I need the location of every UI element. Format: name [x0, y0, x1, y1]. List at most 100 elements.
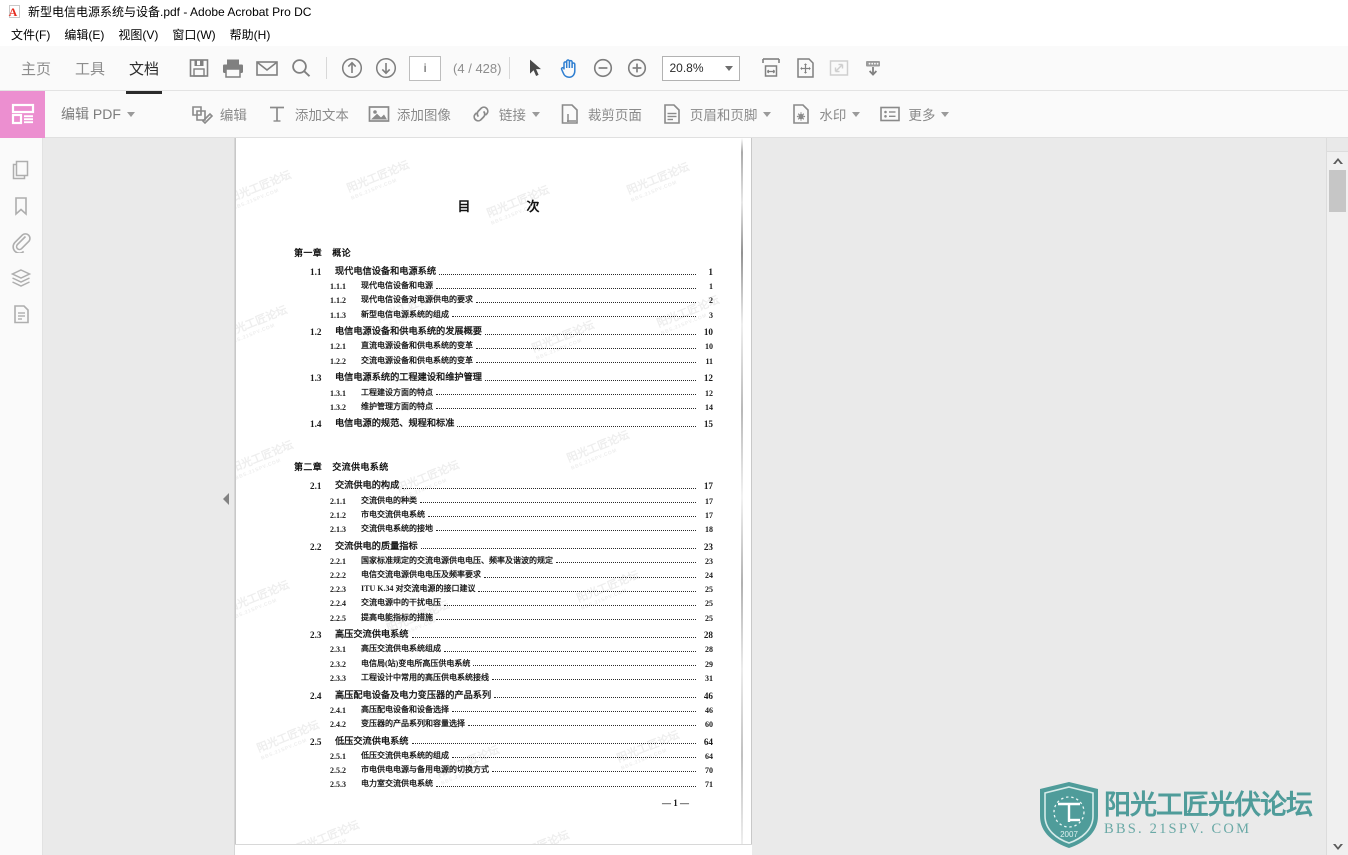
hand-tool-icon[interactable]: [552, 51, 586, 85]
menu-edit[interactable]: 编辑(E): [57, 24, 111, 45]
toc-entry-number: 2.2.2: [330, 571, 346, 580]
zoom-out-icon[interactable]: [586, 51, 620, 85]
toc-entry[interactable]: 2.2.5 提高电能指标的措施 25: [330, 612, 713, 623]
download-icon[interactable]: [856, 51, 890, 85]
toc-entry[interactable]: 2.2.1 国家标准规定的交流电源供电电压、频率及谐波的规定 23: [330, 555, 713, 566]
bookmarks-icon[interactable]: [6, 188, 36, 224]
scroll-up-arrow-icon[interactable]: [1327, 152, 1348, 170]
vertical-scrollbar[interactable]: [1326, 138, 1348, 855]
document-viewer[interactable]: 阳光工匠论坛 BBS.21SPV.COM 阳光工匠论坛 BBS.21SPV.COM …: [235, 138, 1326, 855]
toc-entry[interactable]: 1.4 电信电源的规范、规程和标准 15: [310, 415, 713, 429]
toc-entry[interactable]: 2.4 高压配电设备及电力变压器的产品系列 46: [310, 687, 713, 701]
scrollbar-thumb[interactable]: [1329, 170, 1346, 212]
toc-entry[interactable]: 2.3.1 高压交流供电系统组成 28: [330, 643, 713, 654]
menu-view[interactable]: 视图(V): [111, 24, 165, 45]
toc-entry-label: 变压器的产品系列和容量选择: [361, 718, 465, 728]
zoom-in-icon[interactable]: [620, 51, 654, 85]
edit-pdf-panel-icon[interactable]: [0, 90, 45, 138]
toc-entry[interactable]: 1.1.1 现代电信设备和电源 1: [330, 280, 713, 291]
next-page-icon[interactable]: [369, 51, 403, 85]
toc-entry[interactable]: 2.4.1 高压配电设备和设备选择 46: [330, 704, 713, 715]
tab-tools[interactable]: 工具: [66, 56, 114, 81]
tool-add-image[interactable]: 添加图像: [367, 102, 451, 126]
pdf-page[interactable]: 阳光工匠论坛 BBS.21SPV.COM 阳光工匠论坛 BBS.21SPV.COM …: [235, 138, 752, 855]
content-icon[interactable]: [6, 296, 36, 332]
toc-leader-dots: [452, 757, 696, 759]
pan-and-zoom-icon[interactable]: [788, 51, 822, 85]
toc-entry[interactable]: 1.1.2 现代电信设备对电源供电的要求 2: [330, 294, 713, 305]
toc-entry[interactable]: 1.3.1 工程建设方面的特点 12: [330, 387, 713, 398]
toc-entry[interactable]: 2.3.2 电信局(站)变电所高压供电系统 29: [330, 658, 713, 669]
tool-crop-pages[interactable]: 裁剪页面: [558, 102, 642, 126]
toc-entry[interactable]: 2.2.3 ITU K.34 对交流电源的接口建议 25: [330, 583, 713, 594]
tool-add-text[interactable]: 添加文本: [265, 102, 349, 126]
toc-entry[interactable]: 2.2.4 交流电源中的干扰电压 25: [330, 597, 713, 608]
attachments-icon[interactable]: [6, 224, 36, 260]
toc-entry[interactable]: 2.1.1 交流供电的种类 17: [330, 495, 713, 506]
toc-entry-page: 15: [703, 419, 713, 430]
toc-entry-page: 46: [705, 705, 713, 715]
pdf-next-page-edge[interactable]: [235, 844, 752, 855]
tool-header-footer[interactable]: 页眉和页脚: [660, 102, 772, 126]
toc-entry[interactable]: 1.1.3 新型电信电源系统的组成 3: [330, 309, 713, 320]
toc-entry-number: 2.5: [310, 736, 322, 747]
toc-leader-dots: [556, 562, 696, 564]
tool-edit[interactable]: 编辑: [190, 102, 247, 126]
toc-entry[interactable]: 2.5 低压交流供电系统 64: [310, 733, 713, 747]
tool-header-footer-label: 页眉和页脚: [689, 108, 758, 123]
menu-window[interactable]: 窗口(W): [165, 24, 222, 45]
print-icon[interactable]: [216, 51, 250, 85]
toc-entry[interactable]: 1.1 现代电信设备和电源系统 1: [310, 263, 713, 277]
tab-document[interactable]: 文档: [120, 56, 168, 94]
menu-help[interactable]: 帮助(H): [223, 24, 278, 45]
tool-watermark[interactable]: 水印: [789, 102, 861, 126]
toc-chapter-number: 第二章: [294, 462, 323, 473]
zoom-level-select[interactable]: 20.8%: [662, 55, 741, 81]
select-tool-icon[interactable]: [518, 51, 552, 85]
menu-file[interactable]: 文件(F): [4, 24, 57, 45]
toc-entry-number: 2.4: [310, 690, 322, 701]
toc-entry[interactable]: 2.5.3 电力室交流供电系统 71: [330, 778, 713, 789]
collapse-left-arrow-icon[interactable]: [220, 490, 232, 508]
layers-icon[interactable]: [6, 260, 36, 296]
toc-entry-label: 工程建设方面的特点: [361, 387, 433, 397]
tab-home[interactable]: 主页: [12, 56, 60, 81]
toc-entry-label: 现代电信设备和电源系统: [335, 266, 437, 276]
toc-entry[interactable]: 2.1.3 交流供电系统的接地 18: [330, 523, 713, 534]
toc-entry[interactable]: 2.1.2 市电交流供电系统 17: [330, 509, 713, 520]
window-title: 新型电信电源系统与设备.pdf - Adobe Acrobat Pro DC: [28, 5, 312, 19]
previous-page-icon[interactable]: [335, 51, 369, 85]
toc-entry[interactable]: 2.3.3 工程设计中常用的高压供电系统接线 31: [330, 672, 713, 683]
page-thumbnails-icon[interactable]: [6, 152, 36, 188]
toc-entry[interactable]: 2.4.2 变压器的产品系列和容量选择 60: [330, 718, 713, 729]
toc-entry-page: 17: [703, 481, 713, 492]
toc-entry[interactable]: 2.2.2 电信交流电源供电电压及频率要求 24: [330, 569, 713, 580]
toc-leader-dots: [452, 711, 696, 713]
fit-width-icon[interactable]: [754, 51, 788, 85]
toc-entry[interactable]: 1.2 电信电源设备和供电系统的发展概要 10: [310, 323, 713, 337]
full-screen-icon[interactable]: [822, 51, 856, 85]
toc-entry[interactable]: 1.3.2 维护管理方面的特点 14: [330, 401, 713, 412]
toc-entry[interactable]: 1.3 电信电源系统的工程建设和维护管理 12: [310, 369, 713, 383]
tool-more[interactable]: 更多: [878, 102, 950, 126]
email-icon[interactable]: [250, 51, 284, 85]
toc-entry[interactable]: 2.2 交流供电的质量指标 23: [310, 538, 713, 552]
page-number-input[interactable]: i: [409, 55, 442, 81]
search-icon[interactable]: [284, 51, 318, 85]
save-icon[interactable]: [182, 51, 216, 85]
edit-pdf-panel-title[interactable]: 编辑 PDF: [61, 104, 135, 124]
toc-chapter-heading: 第一章 概论: [294, 246, 713, 259]
toc-entry[interactable]: 1.2.2 交流电源设备和供电系统的变革 11: [330, 355, 713, 366]
page-count-label: (4 / 428): [453, 60, 502, 76]
chevron-down-icon: [725, 65, 734, 71]
toc-entry[interactable]: 1.2.1 直流电源设备和供电系统的变革 10: [330, 340, 713, 351]
toc-entry-number: 2.5.3: [330, 780, 346, 790]
toc-entry[interactable]: 2.1 交流供电的构成 17: [310, 477, 713, 491]
tool-link[interactable]: 链接: [469, 102, 540, 126]
toc-entry-label: 现代电信设备和电源: [361, 281, 433, 291]
toc-entry[interactable]: 2.5.2 市电供电电源与备用电源的切换方式 70: [330, 764, 713, 775]
toc-entry[interactable]: 2.5.1 低压交流供电系统的组成 64: [330, 750, 713, 761]
toc-entry[interactable]: 2.3 高压交流供电系统 28: [310, 626, 713, 640]
table-of-contents: 目 次 第一章 概论 1.1 现代电信设备和电源系统 1 1.1.1 现代电信设备和电源 1 1…: [236, 138, 751, 855]
scroll-down-arrow-icon[interactable]: [1327, 838, 1348, 855]
